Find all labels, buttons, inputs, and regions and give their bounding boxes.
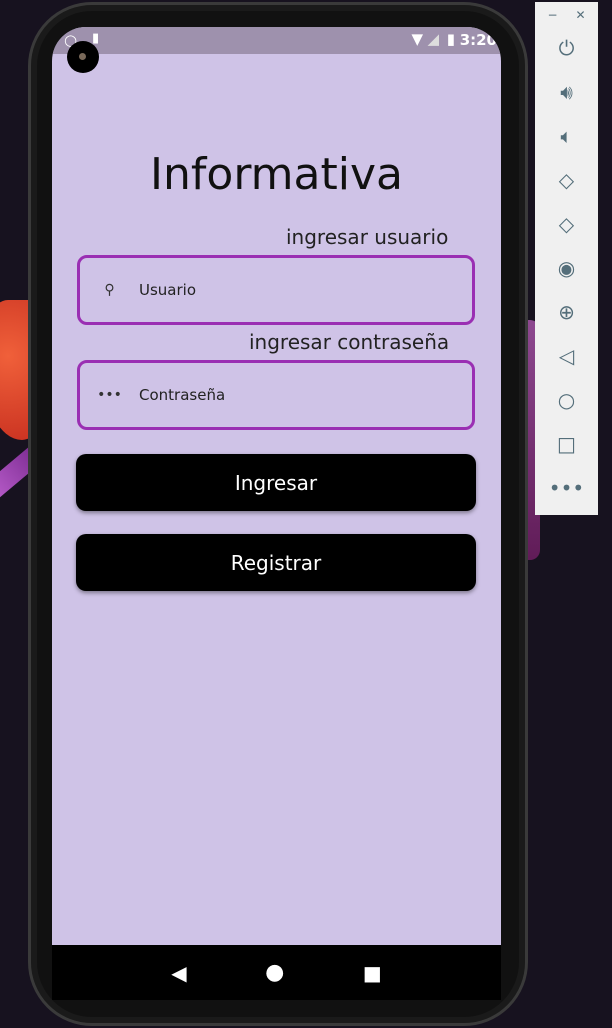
power-icon[interactable]: ⏻ — [535, 26, 598, 70]
camera-icon[interactable]: ◉ — [535, 246, 598, 290]
rotate-right-icon[interactable]: ◇ — [535, 202, 598, 246]
home-icon[interactable]: ● — [265, 960, 284, 985]
back-icon[interactable]: ◀ — [171, 961, 186, 985]
navigation-bar: ◀ ● ■ — [52, 945, 501, 1000]
username-input[interactable] — [139, 281, 439, 299]
zoom-icon[interactable]: ⊕ — [535, 290, 598, 334]
volume-up-icon[interactable]: 🔊︎ — [535, 70, 598, 114]
password-input[interactable] — [139, 386, 439, 404]
overview-icon[interactable]: □ — [535, 422, 598, 466]
password-field[interactable]: ••• — [77, 360, 475, 430]
more-icon[interactable]: ••• — [535, 466, 598, 510]
volume-down-icon[interactable]: 🔈︎ — [535, 114, 598, 158]
recents-icon[interactable]: ■ — [363, 961, 382, 985]
status-bar: ○ ▮ ▼ ◢ ▮ 3:20 — [52, 27, 501, 54]
signal-icon: ◢ — [427, 30, 439, 48]
front-camera — [67, 41, 99, 73]
back-icon[interactable]: ◁ — [535, 334, 598, 378]
wifi-icon: ▼ — [411, 30, 423, 48]
login-button[interactable]: Ingresar — [76, 454, 476, 511]
rotate-left-icon[interactable]: ◇ — [535, 158, 598, 202]
emulator-toolbar: − ✕ ⏻ 🔊︎ 🔈︎ ◇ ◇ ◉ ⊕ ◁ ○ □ ••• — [535, 2, 598, 515]
device-screen: ○ ▮ ▼ ◢ ▮ 3:20 Informativa ingresar usua… — [52, 27, 501, 1000]
password-dots-icon: ••• — [97, 387, 122, 403]
register-button[interactable]: Registrar — [76, 534, 476, 591]
password-label: ingresar contraseña — [249, 330, 450, 354]
battery-icon: ▮ — [446, 30, 455, 48]
username-label: ingresar usuario — [286, 225, 449, 249]
username-field[interactable]: ⚲ — [77, 255, 475, 325]
person-icon: ⚲ — [104, 282, 115, 298]
minimize-icon[interactable]: − — [547, 8, 557, 22]
page-title: Informativa — [150, 149, 403, 200]
clock: 3:20 — [459, 31, 497, 49]
home-icon[interactable]: ○ — [535, 378, 598, 422]
close-icon[interactable]: ✕ — [576, 8, 586, 22]
